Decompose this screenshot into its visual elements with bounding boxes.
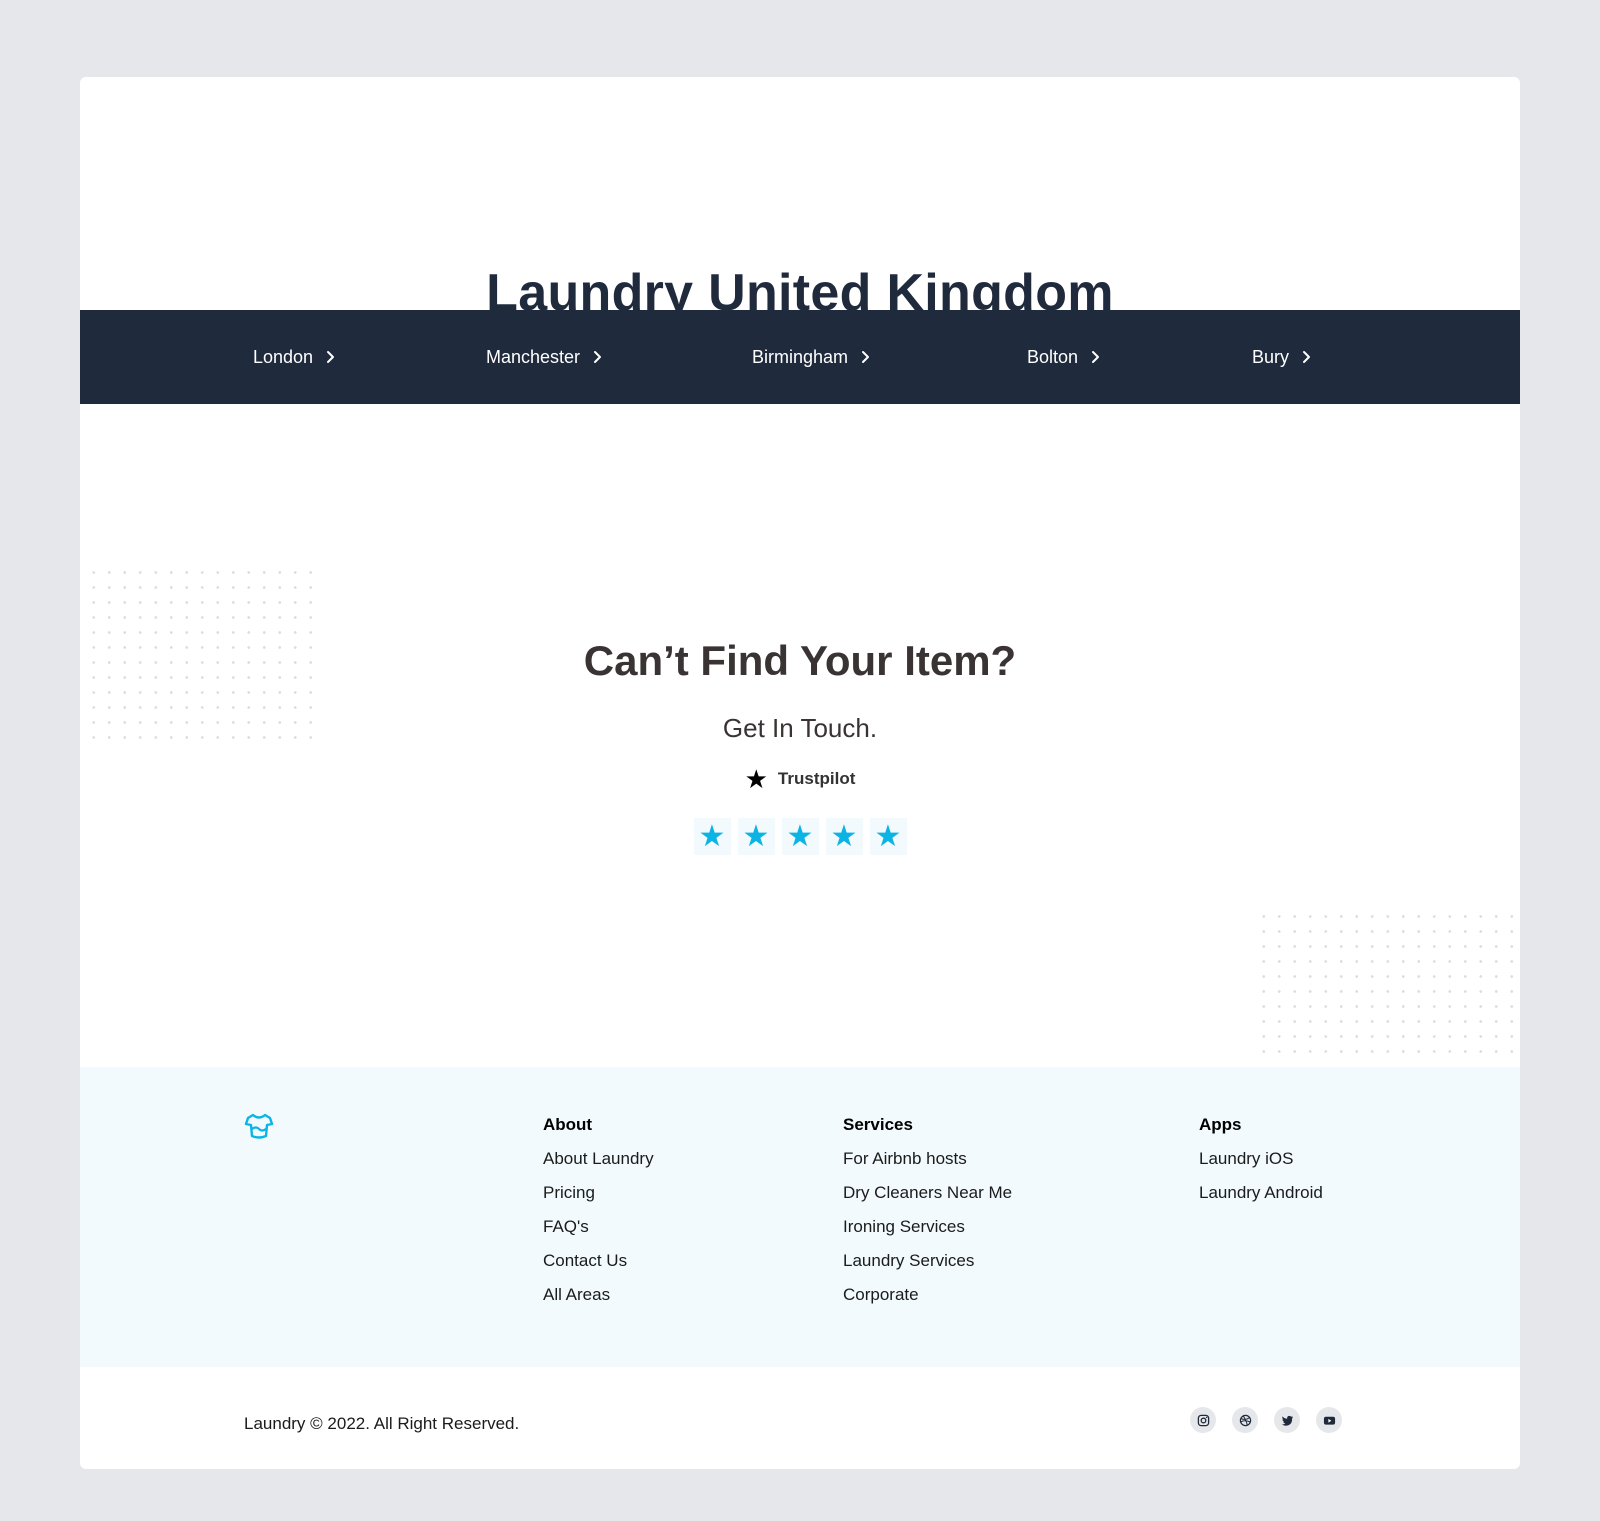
- city-link-label: London: [253, 346, 314, 367]
- chevron-right-icon: [1092, 351, 1100, 363]
- chevron-right-icon: [594, 351, 602, 363]
- footer-link-dry-cleaners[interactable]: Dry Cleaners Near Me: [843, 1183, 1012, 1217]
- star-rating: ★ ★ ★ ★ ★: [80, 818, 1520, 855]
- copyright-text: Laundry © 2022. All Right Reserved.: [244, 1414, 520, 1433]
- social-links: [1190, 1407, 1342, 1433]
- instagram-link[interactable]: [1190, 1407, 1216, 1433]
- chevron-right-icon: [862, 351, 870, 363]
- decorative-dot-pattern: [1256, 909, 1520, 1059]
- chevron-right-icon: [327, 351, 335, 363]
- city-link-label: Manchester: [486, 346, 581, 367]
- footer-link-laundry-services[interactable]: Laundry Services: [843, 1251, 1012, 1285]
- rating-star-icon: ★: [693, 818, 731, 855]
- dribbble-link[interactable]: [1232, 1407, 1258, 1433]
- cta-heading: Can’t Find Your Item?: [583, 637, 1017, 684]
- youtube-icon: [1323, 1416, 1335, 1425]
- bottom-bar: Laundry © 2022. All Right Reserved.: [80, 1367, 1520, 1469]
- footer-column-about: About About Laundry Pricing FAQ's Contac…: [543, 1115, 654, 1319]
- footer-link-contact-us[interactable]: Contact Us: [543, 1251, 654, 1285]
- footer-link-corporate[interactable]: Corporate: [843, 1285, 1012, 1319]
- city-link-bolton[interactable]: Bolton: [1027, 310, 1102, 404]
- trustpilot-star-icon: ★: [744, 764, 768, 794]
- city-link-label: Bury: [1252, 346, 1290, 367]
- city-link-manchester[interactable]: Manchester: [486, 310, 604, 404]
- footer-link-laundry-android[interactable]: Laundry Android: [1199, 1183, 1323, 1217]
- footer-link-laundry-ios[interactable]: Laundry iOS: [1199, 1149, 1323, 1183]
- city-link-label: Birmingham: [752, 346, 849, 367]
- chevron-right-icon: [1303, 351, 1311, 363]
- city-nav-bar: London Manchester Birmingham Bolton Bury: [80, 310, 1520, 404]
- trustpilot-badge[interactable]: ★ Trustpilot: [80, 766, 1520, 792]
- rating-star-icon: ★: [825, 818, 863, 855]
- dribbble-icon: [1239, 1414, 1251, 1426]
- footer: About About Laundry Pricing FAQ's Contac…: [80, 1067, 1520, 1367]
- rating-star-icon: ★: [737, 818, 775, 855]
- rating-star-icon: ★: [869, 818, 907, 855]
- footer-link-pricing[interactable]: Pricing: [543, 1183, 654, 1217]
- page-card: Laundry United Kingdom London Manchester…: [80, 77, 1520, 1469]
- rating-star-icon: ★: [781, 818, 819, 855]
- twitter-icon: [1281, 1415, 1293, 1426]
- footer-link-ironing-services[interactable]: Ironing Services: [843, 1217, 1012, 1251]
- footer-column-apps: Apps Laundry iOS Laundry Android: [1199, 1115, 1323, 1217]
- footer-column-title: Services: [843, 1115, 913, 1134]
- city-link-birmingham[interactable]: Birmingham: [752, 310, 872, 404]
- trustpilot-label: Trustpilot: [777, 769, 856, 788]
- footer-column-services: Services For Airbnb hosts Dry Cleaners N…: [843, 1115, 1012, 1319]
- footer-link-faqs[interactable]: FAQ's: [543, 1217, 654, 1251]
- instagram-icon: [1197, 1414, 1209, 1426]
- twitter-link[interactable]: [1274, 1407, 1300, 1433]
- city-link-london[interactable]: London: [253, 310, 337, 404]
- youtube-link[interactable]: [1316, 1407, 1342, 1433]
- city-link-bury[interactable]: Bury: [1252, 310, 1313, 404]
- footer-link-airbnb-hosts[interactable]: For Airbnb hosts: [843, 1149, 1012, 1183]
- tshirt-logo-icon[interactable]: [244, 1112, 274, 1140]
- city-link-label: Bolton: [1027, 346, 1079, 367]
- footer-link-about-laundry[interactable]: About Laundry: [543, 1149, 654, 1183]
- footer-column-title: Apps: [1199, 1115, 1242, 1134]
- cta-subheading: Get In Touch.: [722, 713, 878, 743]
- footer-column-title: About: [543, 1115, 593, 1134]
- footer-link-all-areas[interactable]: All Areas: [543, 1285, 654, 1319]
